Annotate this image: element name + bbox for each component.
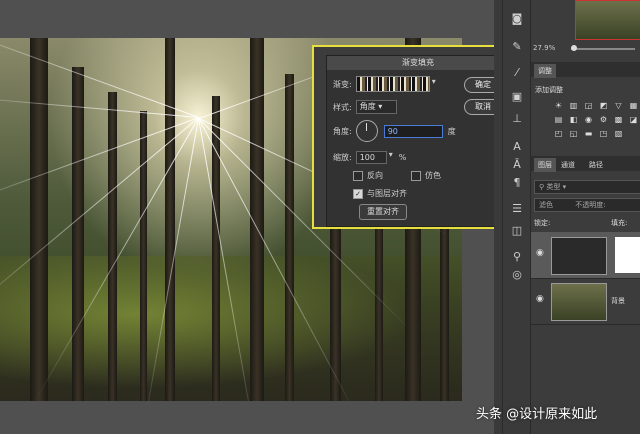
cloud-icon[interactable]: ◎	[510, 268, 524, 282]
scale-label: 缩放:	[333, 152, 352, 162]
align-checkbox[interactable]: ✓	[353, 188, 363, 199]
bw-icon[interactable]: ◧	[568, 114, 579, 125]
reverse-checkbox[interactable]	[353, 170, 363, 181]
cube-icon[interactable]: ◫	[510, 224, 524, 238]
layer-row-gradient-fill[interactable]: ◉	[531, 232, 640, 279]
properties-icon[interactable]: ☰	[510, 202, 524, 216]
gradient-fill-dialog-highlight: 渐变填充 渐变: ▾ 样式: 角度 ▾ 角度: 90 度 缩放: 100 ▾ %…	[312, 45, 510, 229]
blend-mode-value: 滤色	[539, 201, 553, 209]
brush-settings-icon[interactable]: ✎	[510, 40, 524, 54]
paths-icon[interactable]: ⚲	[510, 250, 524, 264]
history-icon[interactable]: ◙	[510, 12, 524, 26]
navigator-thumbnail[interactable]	[575, 0, 640, 40]
kind-label: 类型	[546, 183, 561, 191]
style-select[interactable]: 角度 ▾	[355, 100, 397, 114]
layer-name: 背景	[611, 297, 625, 305]
style-value: 角度	[359, 102, 376, 111]
angle-unit: 度	[447, 126, 456, 136]
tab-channels[interactable]: 通道	[561, 160, 575, 170]
canvas-scrollbar[interactable]	[494, 0, 502, 434]
swatch-icon[interactable]: ▣	[510, 90, 524, 104]
gradient-layer-thumbnail	[551, 237, 607, 275]
gradient-label: 渐变:	[333, 79, 352, 89]
tree-trunk	[72, 67, 84, 401]
layer-kind-filter[interactable]: ⚲ 类型 ▾	[534, 180, 640, 194]
background-layer-thumbnail	[551, 283, 607, 321]
layer-row-background[interactable]: ◉ 背景	[531, 278, 640, 325]
add-adjustment-label: 添加调整	[535, 86, 563, 94]
paragraph-icon[interactable]: ¶	[510, 176, 524, 190]
gradientmap-icon[interactable]: ▬	[583, 128, 594, 139]
dither-checkbox[interactable]	[411, 170, 421, 181]
brush-icon[interactable]: ⁄	[510, 66, 524, 80]
huesat-icon[interactable]: ▦	[628, 100, 639, 111]
angle-dial[interactable]	[355, 120, 378, 142]
zoom-slider[interactable]	[571, 48, 635, 50]
tree-trunk	[30, 38, 48, 401]
pattern-icon[interactable]: ▧	[613, 128, 624, 139]
chevron-down-icon[interactable]: ▾	[432, 77, 438, 91]
posterize-icon[interactable]: ◰	[553, 128, 564, 139]
glyph-icon[interactable]: Ā	[510, 158, 524, 172]
zoom-level[interactable]: 27.9%	[533, 44, 555, 52]
selectivecolor-icon[interactable]: ◳	[598, 128, 609, 139]
right-panel: 27.9% 调整 添加调整 ☀ ▥ ◲ ◩ ▽ ▦ ▤ ◧ ◉ ⚙ ▩ ◪ ◰ …	[530, 0, 640, 434]
align-row: ✓ 与图层对齐	[353, 188, 407, 199]
forest-floor	[0, 255, 462, 401]
colorlookup-icon[interactable]: ▩	[613, 114, 624, 125]
angle-label: 角度:	[333, 126, 352, 136]
chevron-down-icon[interactable]: ▾	[389, 150, 395, 164]
scale-unit: %	[398, 152, 407, 162]
document-canvas[interactable]: 渐变填充 渐变: ▾ 样式: 角度 ▾ 角度: 90 度 缩放: 100 ▾ %…	[0, 0, 510, 434]
exposure-icon[interactable]: ◩	[598, 100, 609, 111]
adjustment-icons: ☀ ▥ ◲ ◩ ▽ ▦ ▤ ◧ ◉ ⚙ ▩ ◪ ◰ ◱ ▬ ◳ ▧	[553, 100, 640, 139]
vibrance-icon[interactable]: ▽	[613, 100, 624, 111]
levels-icon[interactable]: ▥	[568, 100, 579, 111]
tab-adjustments[interactable]: 调整	[534, 64, 556, 78]
gradient-row: 渐变: ▾	[333, 76, 438, 92]
eye-icon[interactable]: ◉	[536, 248, 544, 258]
scale-row: 缩放: 100 ▾ %	[333, 150, 406, 164]
lock-label: 锁定:	[534, 219, 551, 227]
angle-input[interactable]: 90	[383, 124, 443, 138]
reverse-label: 反向	[367, 171, 383, 180]
curves-icon[interactable]: ◲	[583, 100, 594, 111]
style-row: 样式: 角度 ▾	[333, 100, 397, 114]
tab-paths[interactable]: 路径	[589, 160, 603, 170]
angle-row: 角度: 90 度	[333, 120, 456, 142]
panel-icon-strip: ◙ ✎ ⁄ ▣ ⊥ A Ā ¶ ☰ ◫ ⚲ ◎	[502, 0, 531, 434]
blend-mode-select[interactable]: 滤色 不透明度:	[534, 198, 640, 212]
tree-trunk	[140, 110, 147, 401]
colorbalance-icon[interactable]: ▤	[553, 114, 564, 125]
tree-trunk	[165, 38, 175, 401]
watermark: 头条 @设计原来如此	[476, 407, 598, 422]
align-label: 与图层对齐	[367, 189, 407, 198]
invert-icon[interactable]: ◪	[628, 114, 639, 125]
scale-input[interactable]: 100	[355, 150, 387, 164]
gradient-swatch[interactable]	[355, 76, 430, 92]
threshold-icon[interactable]: ◱	[568, 128, 579, 139]
stamp-icon[interactable]: ⊥	[510, 112, 524, 126]
channelmixer-icon[interactable]: ⚙	[598, 114, 609, 125]
tab-layers[interactable]: 图层	[534, 158, 556, 172]
brightness-icon[interactable]: ☀	[553, 100, 564, 111]
fill-label: 填充:	[611, 219, 628, 227]
photofilter-icon[interactable]: ◉	[583, 114, 594, 125]
tree-trunk	[212, 96, 220, 401]
dither-label: 仿色	[425, 171, 441, 180]
reset-align-button[interactable]: 重置对齐	[359, 204, 407, 220]
dialog-title: 渐变填充	[327, 56, 509, 70]
tree-trunk	[285, 74, 294, 401]
character-icon[interactable]: A	[510, 140, 524, 154]
tree-trunk	[108, 92, 117, 401]
opacity-label: 不透明度:	[575, 201, 606, 209]
dither-row: 仿色	[411, 170, 441, 181]
reverse-row: 反向	[353, 170, 383, 181]
layer-mask-thumbnail[interactable]	[615, 237, 640, 273]
zoom-slider-knob[interactable]	[571, 45, 577, 51]
style-label: 样式:	[333, 102, 352, 112]
eye-icon[interactable]: ◉	[536, 294, 544, 304]
